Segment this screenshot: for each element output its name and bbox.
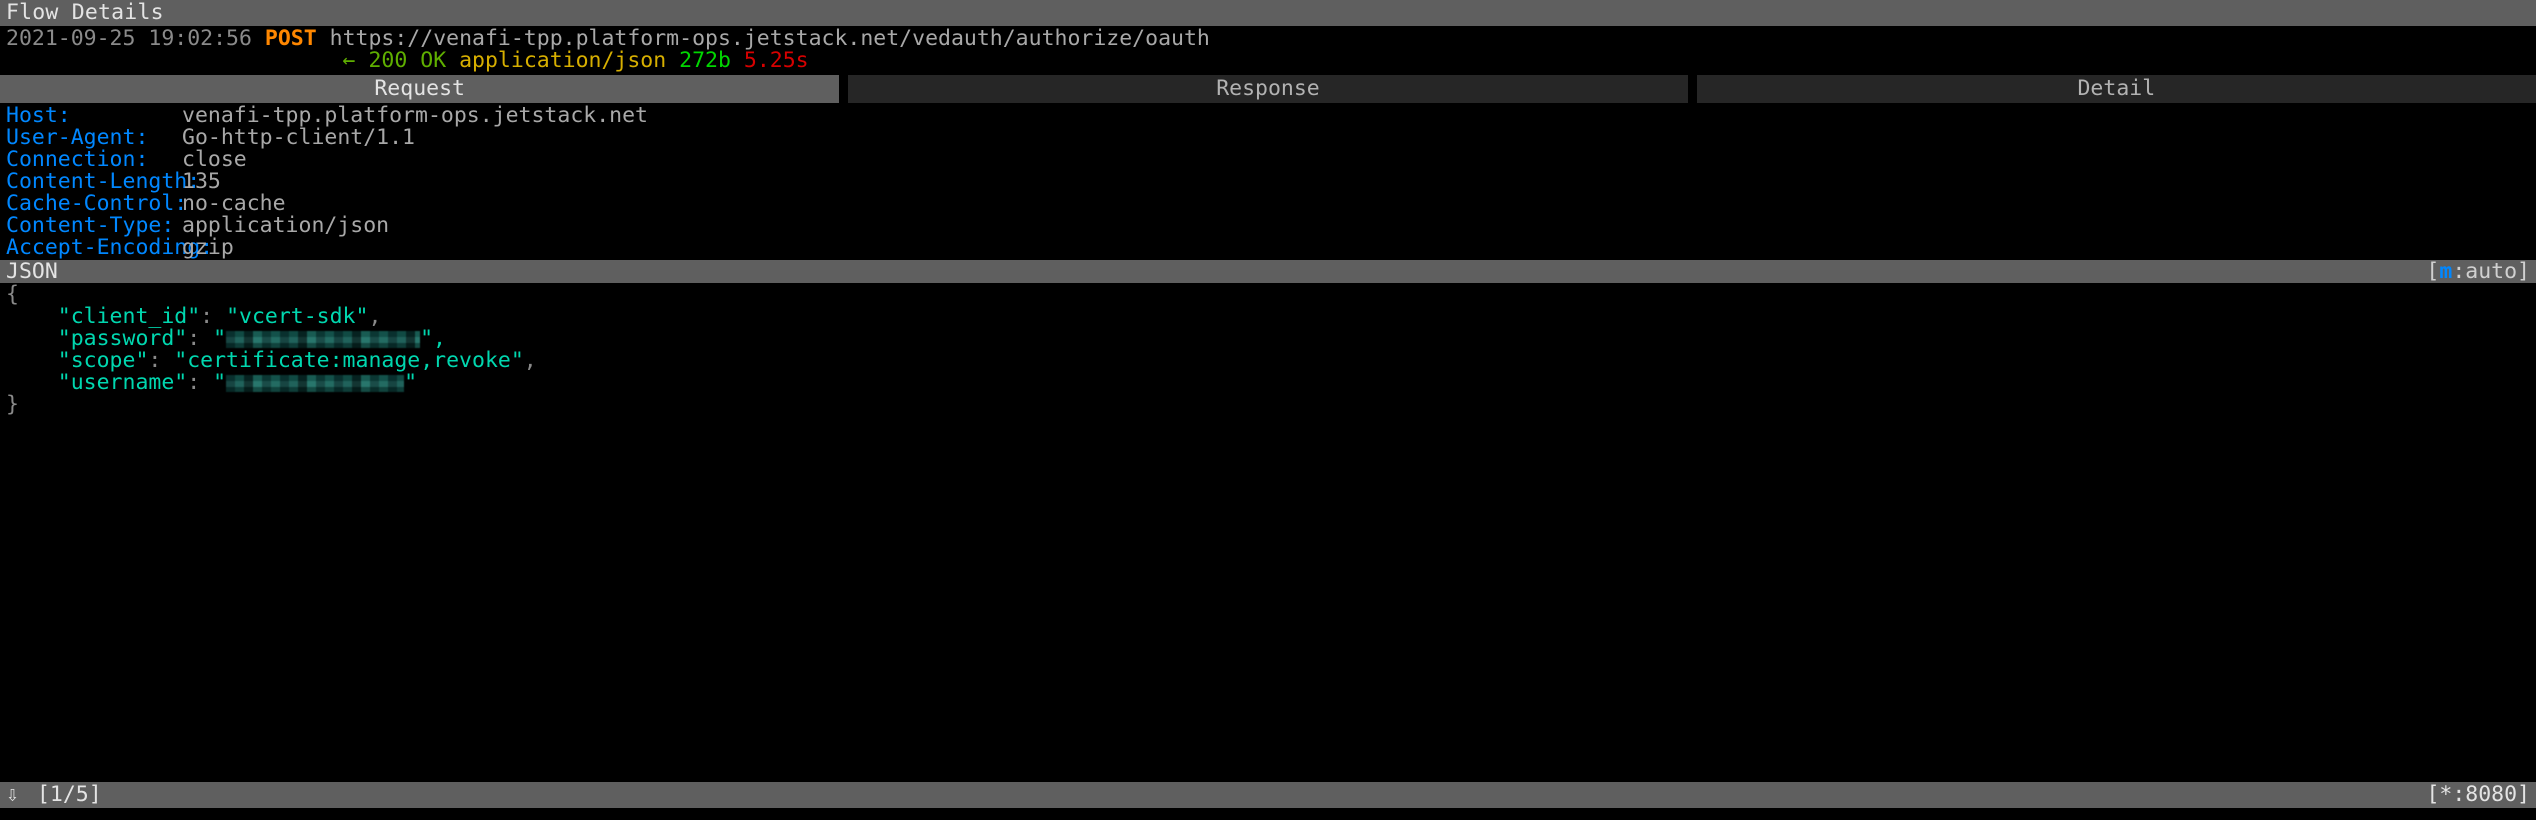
content-view-mode[interactable]: [m:auto]: [2426, 258, 2530, 284]
redacted-username-value: [226, 375, 405, 392]
mitmproxy-flow-details-screen: Flow Details 2021-09-25 19:02:56 POST ht…: [0, 0, 2536, 820]
header-name: User-Agent:: [6, 125, 149, 150]
flow-summary: 2021-09-25 19:02:56 POST https://venafi-…: [0, 26, 2536, 72]
header-row[interactable]: User-Agent: Go-http-client/1.1: [6, 127, 2530, 149]
response-arrow-icon: ←: [342, 50, 356, 72]
header-name: Content-Length:: [6, 169, 201, 194]
json-value-quote-open: ": [213, 370, 227, 395]
json-line: "client_id": "vcert-sdk",: [6, 306, 2530, 328]
json-line: "scope": "certificate:manage,revoke",: [6, 350, 2530, 372]
tab-detail-label: Detail: [2077, 76, 2156, 101]
request-url: https://venafi-tpp.platform-ops.jetstack…: [329, 28, 1210, 50]
header-row[interactable]: Accept-Encoding: gzip: [6, 237, 2530, 259]
flow-position-indicator: [1/5]: [36, 782, 102, 807]
header-name: Content-Type:: [6, 213, 175, 238]
header-row[interactable]: Content-Length: 135: [6, 171, 2530, 193]
request-headers-list: Host: venafi-tpp.platform-ops.jetstack.n…: [0, 103, 2536, 259]
redacted-password-value: [226, 331, 421, 348]
json-trailing: ": [404, 370, 418, 395]
tab-request[interactable]: Request: [0, 75, 840, 103]
flow-timestamp: 2021-09-25 19:02:56: [6, 28, 252, 50]
content-view-bar[interactable]: JSON [m:auto]: [0, 260, 2536, 283]
json-value: "vcert-sdk": [226, 304, 369, 329]
tab-detail[interactable]: Detail: [1696, 75, 2536, 103]
space-3: [356, 50, 369, 72]
json-trailing: ,: [368, 304, 382, 329]
tab-request-label: Request: [374, 76, 465, 101]
request-summary-line[interactable]: 2021-09-25 19:02:56 POST https://venafi-…: [6, 28, 2530, 50]
header-name: Host:: [6, 103, 71, 128]
response-duration: 5.25s: [743, 50, 809, 72]
space-2: [317, 28, 330, 50]
status-bar-left: ⇩ [1/5]: [6, 784, 102, 806]
bottom-spacer: [0, 808, 2536, 820]
header-name: Connection:: [6, 147, 149, 172]
json-line: "password": " ",: [6, 328, 2530, 350]
page-title: Flow Details: [6, 0, 164, 25]
mode-separator: :: [2452, 258, 2466, 284]
tab-response[interactable]: Response: [848, 75, 1688, 103]
json-line-open-brace: {: [6, 284, 2530, 306]
mode-key-hint: m: [2439, 258, 2453, 284]
mode-value: auto: [2465, 258, 2518, 284]
header-name: Accept-Encoding:: [6, 235, 214, 260]
status-bar: ⇩ [1/5] [*:8080]: [0, 782, 2536, 808]
mode-close-bracket: ]: [2517, 258, 2530, 284]
flow-detail-tabs: Request Response Detail: [0, 75, 2536, 103]
header-value: application/json: [182, 213, 390, 238]
space-5: [446, 50, 459, 72]
response-content-type: application/json: [459, 50, 667, 72]
listen-address: [*:8080]: [2426, 782, 2530, 807]
response-status-text: OK: [420, 50, 447, 72]
header-name: Cache-Control:: [6, 191, 188, 216]
response-status-code: 200: [368, 50, 408, 72]
request-method: POST: [264, 28, 317, 50]
content-view-name: JSON: [6, 258, 58, 284]
json-trailing: ,: [523, 348, 537, 373]
window-title-bar: Flow Details: [0, 0, 2536, 26]
scroll-down-icon: ⇩: [6, 782, 19, 807]
response-line-indent: [6, 50, 343, 72]
json-separator: :: [187, 370, 214, 395]
header-row[interactable]: Host: venafi-tpp.platform-ops.jetstack.n…: [6, 105, 2530, 127]
json-close-brace: }: [6, 392, 19, 417]
header-value: gzip: [182, 235, 234, 260]
response-summary-line[interactable]: ← 200 OK application/json 272b 5.25s: [6, 50, 2530, 72]
json-value: "certificate:manage,revoke": [174, 348, 524, 373]
json-line-close-brace: }: [6, 394, 2530, 416]
header-row[interactable]: Cache-Control: no-cache: [6, 193, 2530, 215]
header-row[interactable]: Connection: close: [6, 149, 2530, 171]
header-row[interactable]: Content-Type: application/json: [6, 215, 2530, 237]
space-1: [252, 28, 265, 50]
space-4: [407, 50, 420, 72]
tab-response-label: Response: [1216, 76, 1320, 101]
header-value: close: [182, 147, 247, 172]
header-value: Go-http-client/1.1: [182, 125, 415, 150]
mode-open-bracket: [: [2426, 258, 2440, 284]
header-value: 135: [182, 169, 221, 194]
response-size: 272b: [679, 50, 731, 72]
header-value: venafi-tpp.platform-ops.jetstack.net: [182, 103, 648, 128]
json-line: "username": " ": [6, 372, 2530, 394]
header-value: no-cache: [182, 191, 286, 216]
json-key: "username": [57, 370, 188, 395]
space-6: [666, 50, 679, 72]
space-7: [731, 50, 744, 72]
request-body-json[interactable]: { "client_id": "vcert-sdk", "password": …: [0, 283, 2536, 782]
